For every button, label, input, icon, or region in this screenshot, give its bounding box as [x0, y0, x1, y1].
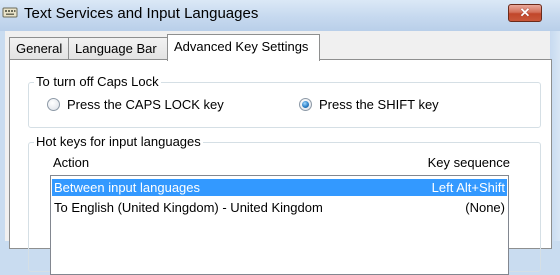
tab-language-bar[interactable]: Language Bar [68, 37, 168, 59]
radio-checked-icon [299, 98, 312, 111]
list-item[interactable]: To English (United Kingdom) - United Kin… [52, 199, 507, 216]
tab-advanced-key-settings-label: Advanced Key Settings [174, 39, 309, 54]
column-header-action: Action [53, 155, 90, 170]
tab-general-label: General [16, 41, 63, 56]
column-header-key-sequence: Key sequence [427, 155, 510, 170]
hotkey-action: To English (United Kingdom) - United Kin… [54, 200, 323, 215]
close-button[interactable]: ✕ [508, 4, 542, 22]
dialog-client-area: General Language Bar Advanced Key Settin… [5, 31, 552, 275]
close-icon: ✕ [519, 5, 531, 20]
caps-lock-group-title: To turn off Caps Lock [34, 74, 161, 89]
tab-language-bar-label: Language Bar [75, 41, 157, 56]
tab-general[interactable]: General [9, 37, 69, 59]
hotkey-action: Between input languages [54, 180, 201, 195]
list-item[interactable]: Between input languages Left Alt+Shift [52, 179, 507, 196]
radio-unchecked-icon [47, 98, 60, 111]
hotkey-key-sequence: Left Alt+Shift [431, 180, 505, 195]
title-bar[interactable]: Text Services and Input Languages ✕ [0, 0, 560, 31]
window-title: Text Services and Input Languages [24, 5, 259, 22]
advanced-key-settings-panel: To turn off Caps Lock Press the CAPS LOC… [9, 59, 552, 275]
keyboard-app-icon [2, 7, 18, 18]
shift-key-label: Press the SHIFT key [319, 97, 439, 112]
tab-advanced-key-settings[interactable]: Advanced Key Settings [167, 34, 320, 61]
hotkeys-list[interactable]: Between input languages Left Alt+Shift T… [50, 175, 509, 275]
hotkey-key-sequence: (None) [465, 200, 505, 215]
hotkeys-groupbox: Hot keys for input languages Action Key … [28, 134, 541, 275]
hotkeys-group-title: Hot keys for input languages [34, 134, 203, 149]
caps-lock-key-label: Press the CAPS LOCK key [67, 97, 224, 112]
caps-lock-groupbox: To turn off Caps Lock Press the CAPS LOC… [28, 74, 541, 128]
